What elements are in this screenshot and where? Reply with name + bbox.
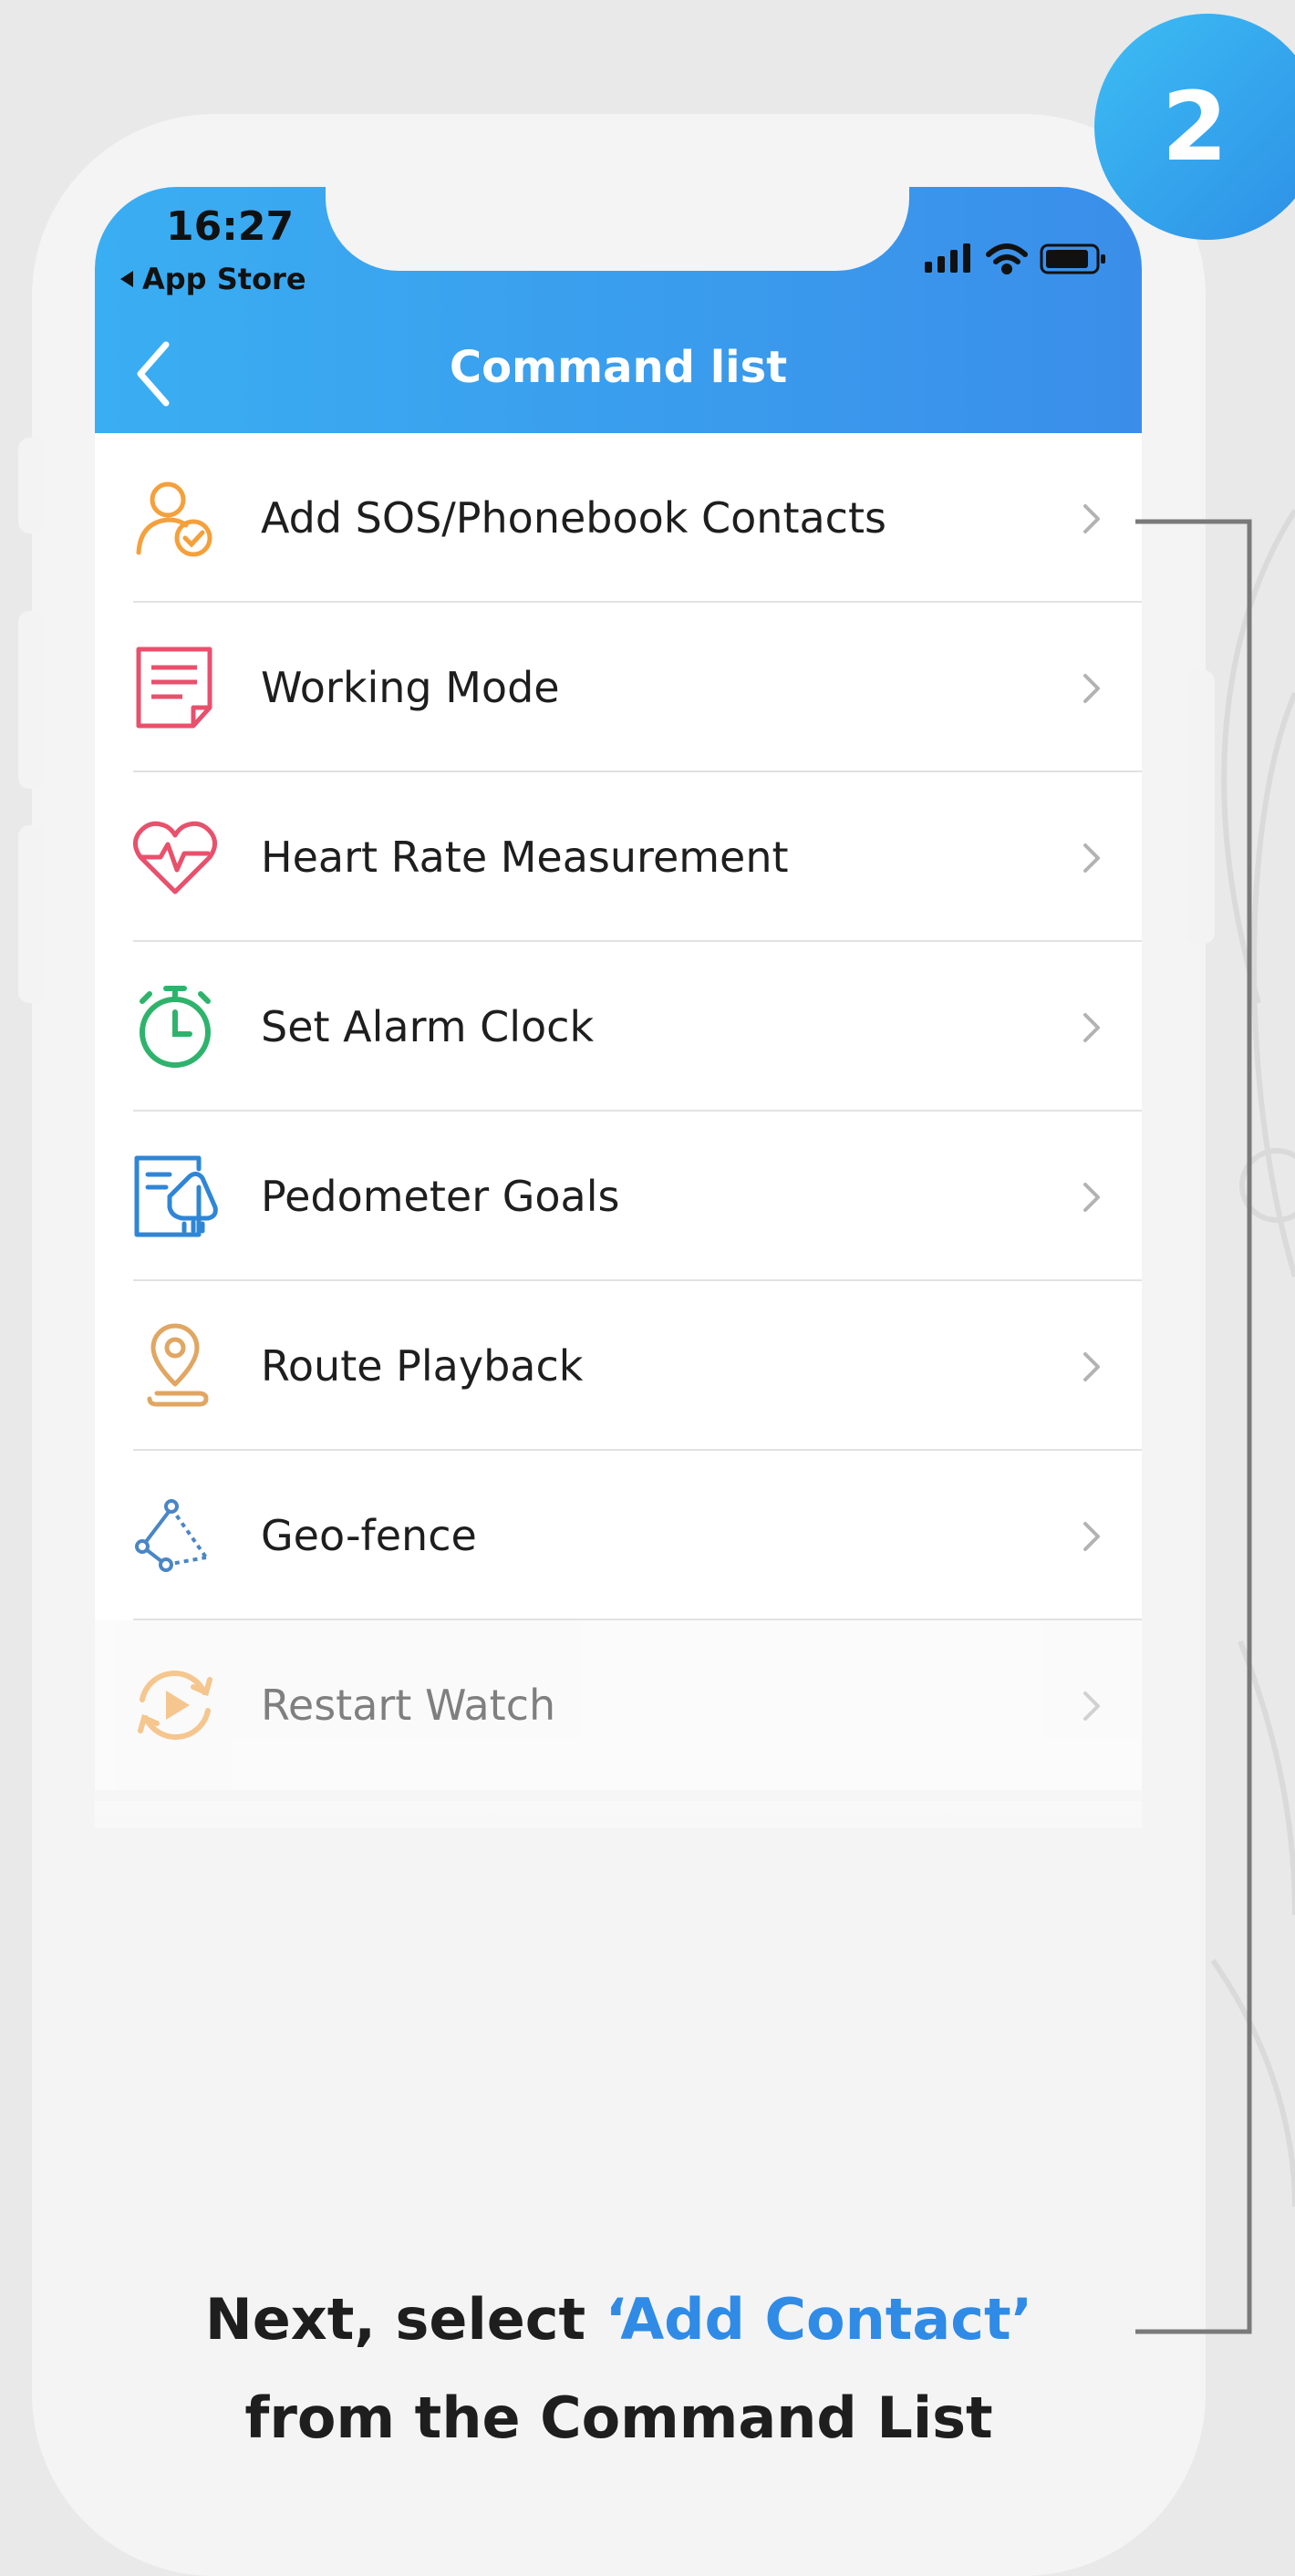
- heart-rate-icon: [133, 821, 217, 895]
- caption-line-2: from the Command List: [244, 2385, 993, 2451]
- back-triangle-icon: [120, 271, 133, 287]
- status-indicators: [925, 243, 1105, 274]
- command-label: Restart Watch: [261, 1681, 556, 1730]
- command-label: Add SOS/Phonebook Contacts: [261, 493, 886, 543]
- phone-power-button: [1186, 670, 1215, 944]
- command-label: Set Alarm Clock: [261, 1002, 595, 1051]
- alarm-clock-icon: [140, 986, 211, 1068]
- caption-line-1: Next, select ‘Add Contact’: [32, 2271, 1206, 2369]
- command-item-restart-watch[interactable]: Restart Watch: [95, 1620, 1142, 1790]
- pedometer-icon: [134, 1155, 218, 1237]
- person-check-icon: [136, 481, 212, 557]
- document-icon: [136, 647, 212, 729]
- battery-icon: [1040, 243, 1105, 274]
- chevron-right-icon: [1083, 504, 1100, 533]
- back-to-app-store-link[interactable]: App Store: [120, 262, 306, 296]
- caption-prefix: Next, select: [204, 2286, 606, 2353]
- caption-highlight: ‘Add Contact’: [605, 2286, 1033, 2353]
- command-item-working-mode[interactable]: Working Mode: [95, 603, 1142, 772]
- chevron-right-icon: [1083, 1522, 1100, 1551]
- chevron-right-icon: [1083, 1013, 1100, 1042]
- command-item-add-sos-contacts[interactable]: Add SOS/Phonebook Contacts: [95, 433, 1142, 603]
- chevron-right-icon: [1083, 674, 1100, 703]
- phone-notch: [326, 187, 909, 271]
- phone-volume-up-button: [18, 611, 46, 789]
- command-item-geo-fence[interactable]: Geo-fence: [95, 1451, 1142, 1620]
- page-title: Command list: [449, 342, 788, 393]
- chevron-right-icon: [1083, 1352, 1100, 1381]
- chevron-right-icon: [1083, 1183, 1100, 1212]
- command-label: Route Playback: [261, 1341, 584, 1391]
- command-item-route-playback[interactable]: Route Playback: [95, 1281, 1142, 1451]
- command-item-heart-rate[interactable]: Heart Rate Measurement: [95, 772, 1142, 942]
- command-label: Heart Rate Measurement: [261, 833, 789, 882]
- command-label: Working Mode: [261, 663, 560, 712]
- command-label: Geo-fence: [261, 1511, 477, 1560]
- back-app-label: App Store: [142, 262, 306, 296]
- command-item-pedometer-goals[interactable]: Pedometer Goals: [95, 1112, 1142, 1281]
- signal-icon: [925, 243, 970, 273]
- chevron-right-icon: [1083, 843, 1100, 873]
- command-label: Pedometer Goals: [261, 1172, 620, 1221]
- status-time: 16:27: [166, 203, 295, 250]
- phone-side-button: [18, 438, 46, 533]
- instruction-caption: Next, select ‘Add Contact’ from the Comm…: [32, 2271, 1206, 2467]
- wifi-icon: [986, 243, 1028, 274]
- app-header: 16:27 App Store Command list: [95, 187, 1142, 433]
- location-pin-icon: [147, 1323, 209, 1407]
- command-item-alarm-clock[interactable]: Set Alarm Clock: [95, 942, 1142, 1112]
- phone-screen: 16:27 App Store Command list Add SOS/Pho…: [95, 187, 1142, 1828]
- chevron-right-icon: [1083, 1691, 1100, 1721]
- list-fade-overlay: [95, 1801, 1142, 1828]
- command-list: Add SOS/Phonebook Contacts Working Mode: [95, 433, 1142, 1790]
- restart-icon: [138, 1671, 212, 1740]
- geofence-icon: [135, 1499, 208, 1572]
- phone-volume-down-button: [18, 825, 46, 1003]
